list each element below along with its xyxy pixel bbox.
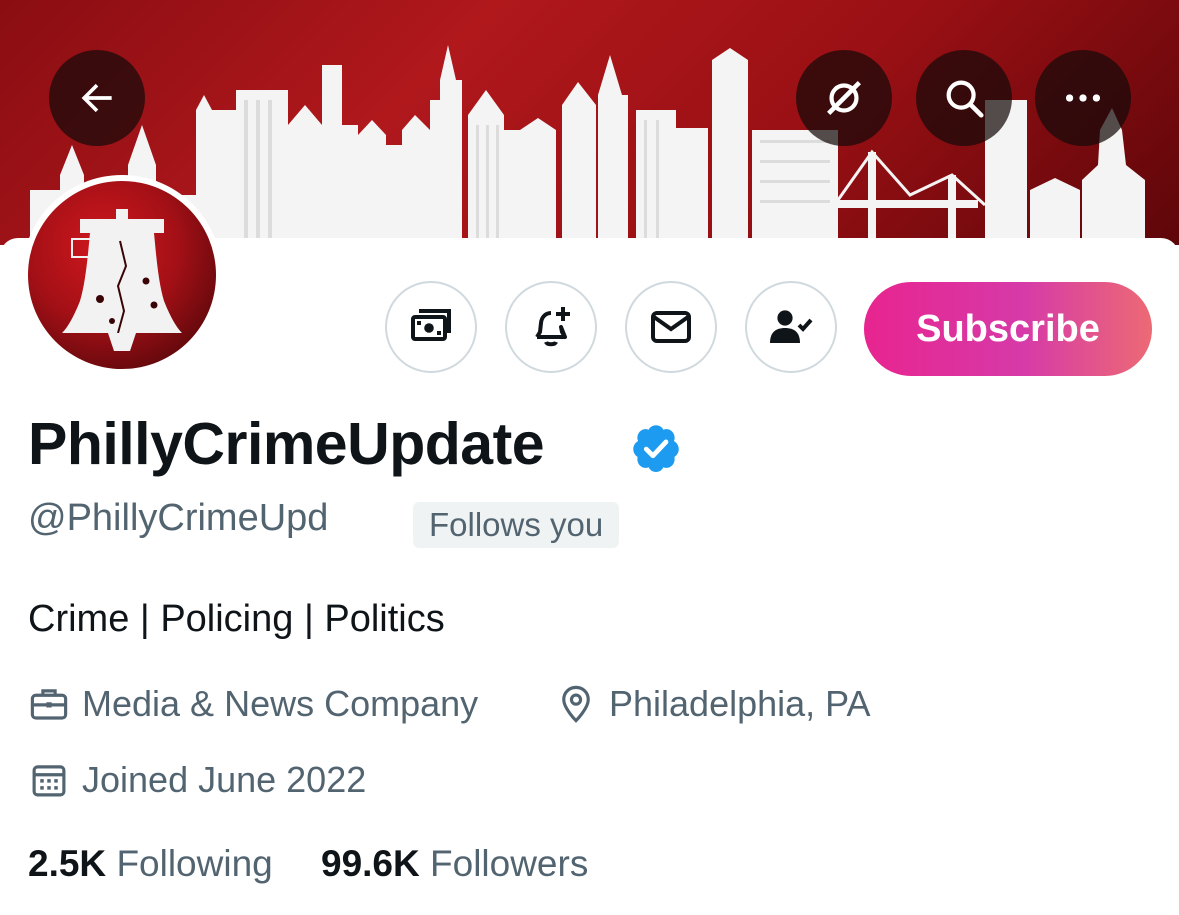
following-button[interactable] bbox=[745, 281, 837, 373]
avatar[interactable] bbox=[22, 175, 222, 375]
category-item: Media & News Company bbox=[28, 683, 478, 725]
subscribe-button[interactable]: Subscribe bbox=[864, 282, 1152, 376]
handle: @PhillyCrimeUpd bbox=[28, 497, 329, 539]
following-label: Following bbox=[116, 843, 273, 884]
message-button[interactable] bbox=[625, 281, 717, 373]
location-pin-icon bbox=[562, 685, 590, 723]
money-icon bbox=[411, 309, 451, 341]
location-item: Philadelphia, PA bbox=[555, 683, 871, 725]
search-icon bbox=[946, 80, 984, 118]
tip-button[interactable] bbox=[385, 281, 477, 373]
search-button[interactable] bbox=[916, 50, 1012, 146]
bio: Crime | Policing | Politics bbox=[28, 598, 445, 640]
category-label: Media & News Company bbox=[82, 683, 479, 724]
location-label: Philadelphia, PA bbox=[609, 683, 871, 724]
more-horizontal-icon bbox=[1065, 94, 1101, 102]
grok-icon bbox=[827, 81, 861, 115]
avatar-image bbox=[28, 181, 216, 369]
more-button[interactable] bbox=[1035, 50, 1131, 146]
back-button[interactable] bbox=[49, 50, 145, 146]
followers-link[interactable]: 99.6K Followers bbox=[321, 843, 588, 885]
joined-label: Joined June 2022 bbox=[82, 759, 367, 800]
following-count: 2.5K bbox=[28, 843, 107, 884]
person-check-icon bbox=[770, 310, 813, 343]
liberty-bell-logo bbox=[62, 209, 182, 351]
grok-button[interactable] bbox=[796, 50, 892, 146]
notifications-button[interactable] bbox=[505, 281, 597, 373]
followers-count: 99.6K bbox=[321, 843, 420, 884]
calendar-icon bbox=[32, 765, 66, 797]
followers-label: Followers bbox=[430, 843, 589, 884]
arrow-left-icon bbox=[81, 83, 112, 113]
following-link[interactable]: 2.5K Following bbox=[28, 843, 273, 885]
envelope-icon bbox=[651, 311, 691, 343]
bell-plus-icon bbox=[535, 307, 570, 347]
joined-item: Joined June 2022 bbox=[28, 759, 366, 801]
briefcase-icon bbox=[30, 689, 68, 720]
verified-badge-icon[interactable] bbox=[630, 422, 682, 474]
display-name: PhillyCrimeUpdate bbox=[28, 411, 545, 477]
follows-you-badge: Follows you bbox=[413, 502, 620, 548]
